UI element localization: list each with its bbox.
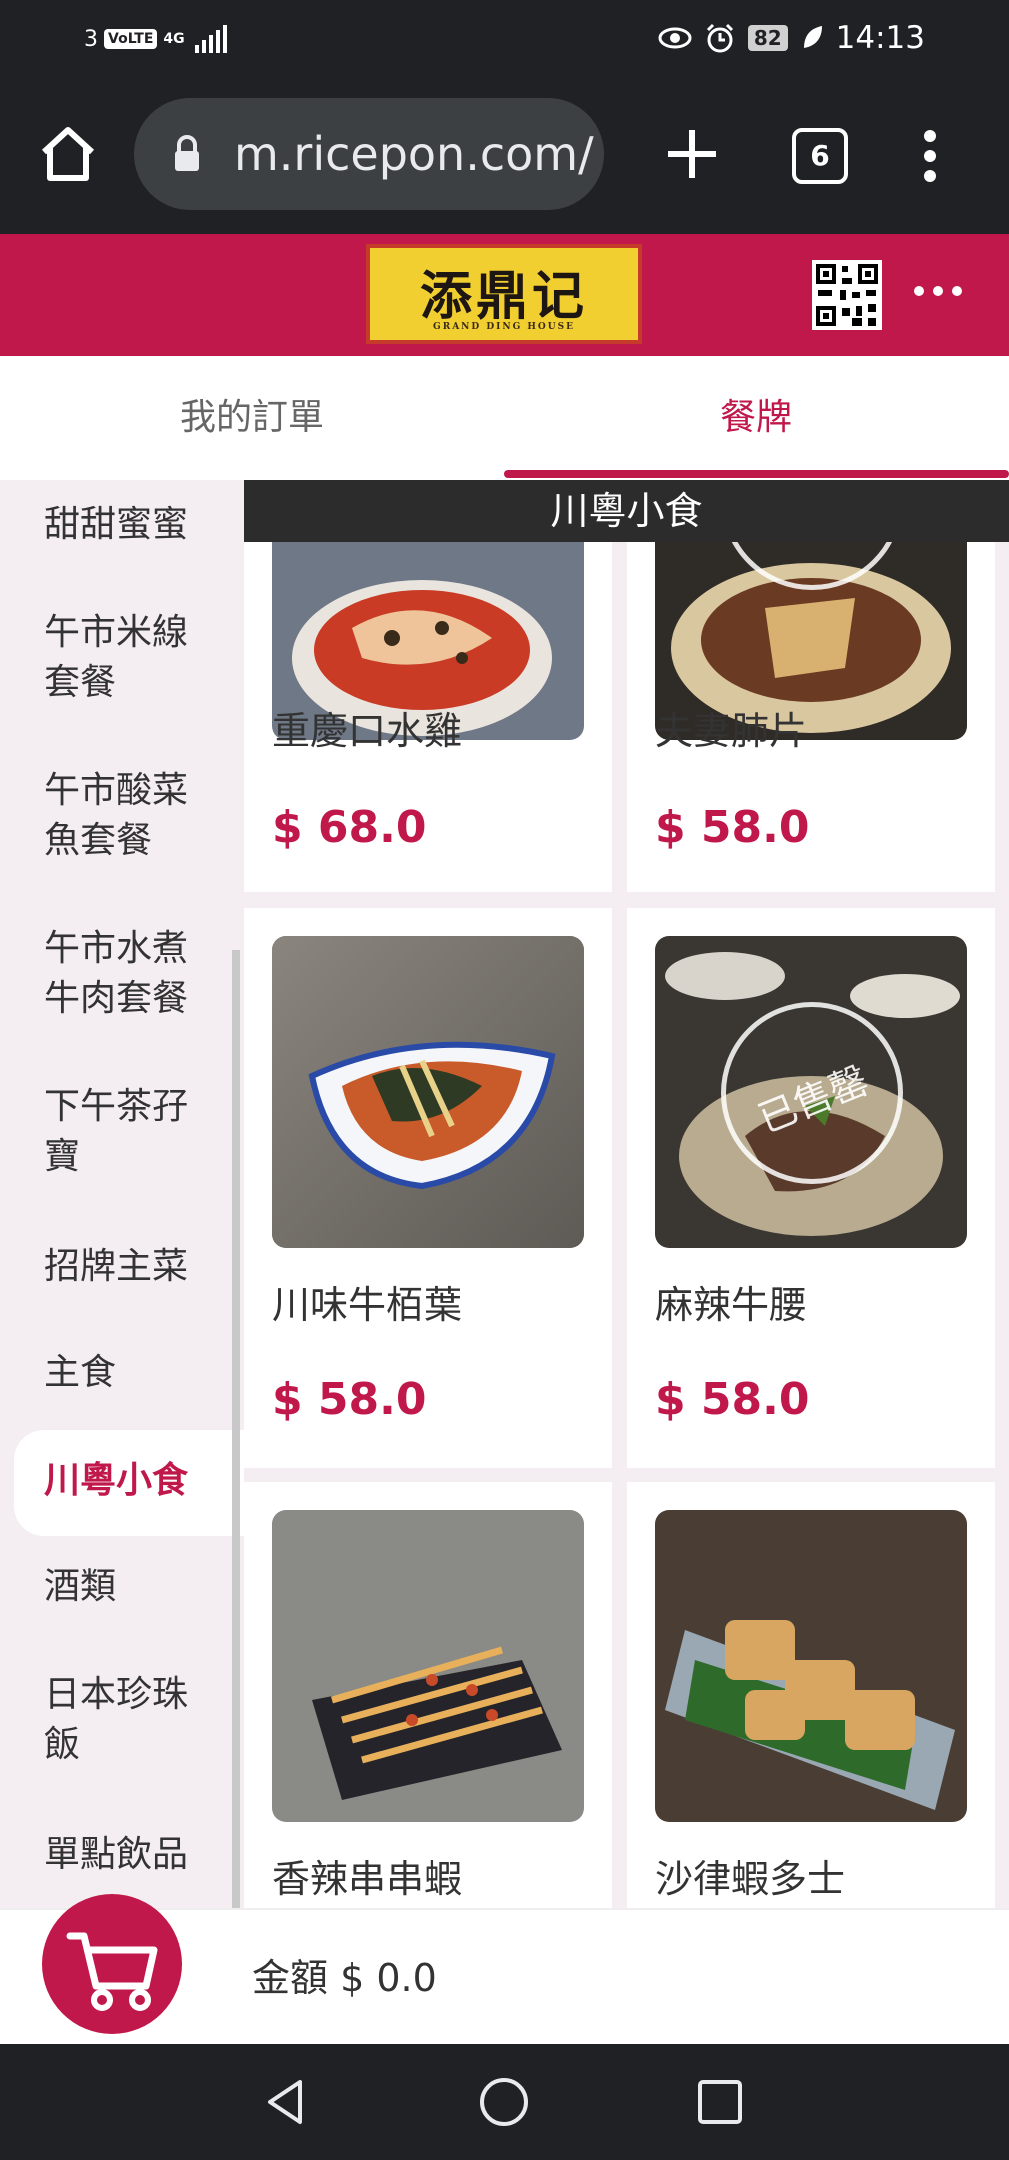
product-card[interactable]: 沙律蝦多士 (627, 1482, 995, 1908)
home-nav-icon[interactable] (476, 2074, 532, 2130)
status-bar: 3 VoLTE 4G 82 14:13 (0, 0, 1009, 78)
sidebar-scrollbar[interactable] (232, 950, 240, 1908)
network-status: 3 VoLTE 4G (84, 22, 227, 56)
system-nav-bar (0, 2044, 1009, 2160)
sidebar-item-signature[interactable]: 招牌主菜 (44, 1242, 234, 1292)
product-name: 香辣串串蝦 (272, 1857, 463, 1901)
sidebar-item-drinks-alcohol[interactable]: 酒類 (44, 1562, 234, 1612)
product-price: $ 58.0 (655, 1374, 810, 1425)
kebab-menu-icon[interactable] (910, 128, 950, 184)
product-card[interactable]: 香辣串串蝦 (244, 1482, 612, 1908)
qr-code-icon[interactable] (812, 260, 882, 330)
sidebar-item-afternoon-tea[interactable]: 下午茶孖 寶 (44, 1082, 234, 1182)
sold-out-label: 已售罄 (752, 1057, 875, 1142)
restaurant-logo: 添鼎记 GRAND DING HOUSE (366, 244, 642, 344)
tab-my-orders[interactable]: 我的訂單 (0, 356, 504, 480)
sidebar-item-lunch-rice-noodle[interactable]: 午市米線 套餐 (44, 608, 234, 708)
section-header: 川粵小食 (244, 480, 1009, 542)
product-name: 川味牛栢葉 (272, 1283, 463, 1327)
sold-out-stamp: 已售罄 (721, 1002, 903, 1184)
clock: 14:13 (835, 20, 925, 56)
product-image (272, 936, 584, 1248)
sidebar-item-pearl-rice[interactable]: 日本珍珠 飯 (44, 1670, 234, 1770)
battery-indicator: 82 (747, 25, 788, 51)
cart-total: 金額 $ 0.0 (252, 1956, 437, 2000)
eye-icon (658, 27, 692, 49)
sidebar-item-lunch-fish[interactable]: 午市酸菜 魚套餐 (44, 766, 234, 866)
product-price: $ 68.0 (272, 802, 427, 853)
logo-subtitle: GRAND DING HOUSE (433, 322, 575, 332)
recents-icon[interactable] (692, 2074, 748, 2130)
tab-menu[interactable]: 餐牌 (504, 356, 1008, 480)
cart-button[interactable] (42, 1894, 182, 2034)
tab-switcher-button[interactable]: 6 (792, 128, 848, 184)
network-type: 4G (163, 31, 185, 47)
address-bar[interactable]: m.ricepon.com/ (134, 98, 604, 210)
sidebar-item-lunch-beef[interactable]: 午市水煮 牛肉套餐 (44, 924, 234, 1024)
product-image (272, 1510, 584, 1822)
product-price: $ 58.0 (655, 802, 810, 853)
category-sidebar[interactable]: 甜甜蜜蜜 午市米線 套餐 午市酸菜 魚套餐 午市水煮 牛肉套餐 下午茶孖 寶 招… (0, 480, 246, 1908)
back-icon[interactable] (258, 2074, 314, 2130)
sidebar-item-staples[interactable]: 主食 (44, 1348, 234, 1398)
product-name: 夫妻肺片 (655, 709, 808, 753)
volte-badge: VoLTE (104, 29, 158, 49)
lock-icon (175, 135, 199, 171)
product-image: 已售罄 (655, 936, 967, 1248)
carrier-label: 3 (84, 26, 98, 52)
active-tab-indicator (504, 470, 1009, 478)
cart-bar: 金額 $ 0.0 (0, 1894, 1009, 2046)
home-icon[interactable] (36, 122, 100, 186)
main-content: 甜甜蜜蜜 午市米線 套餐 午市酸菜 魚套餐 午市水煮 牛肉套餐 下午茶孖 寶 招… (0, 480, 1009, 1908)
product-card[interactable]: 川味牛栢葉 $ 58.0 (244, 908, 612, 1468)
shopping-cart-icon (66, 1932, 158, 2011)
alarm-icon (706, 23, 733, 53)
url-text: m.ricepon.com/ (234, 127, 594, 181)
product-name: 沙律蝦多士 (655, 1857, 846, 1901)
system-status: 82 14:13 (658, 18, 925, 58)
product-grid[interactable]: 重慶口水雞 $ 68.0 夫妻肺片 $ 58.0 川味牛栢葉 $ 58.0 已售… (244, 480, 1009, 1908)
product-name: 麻辣牛腰 (655, 1283, 808, 1327)
plus-icon[interactable] (660, 122, 724, 186)
signal-icon (194, 25, 227, 53)
sidebar-item-beverages[interactable]: 單點飲品 (44, 1830, 234, 1880)
product-name: 重慶口水雞 (272, 709, 463, 753)
logo-text: 添鼎记 (419, 266, 588, 327)
sidebar-item-desserts[interactable]: 甜甜蜜蜜 (44, 500, 234, 550)
more-options-icon[interactable] (912, 284, 964, 298)
product-price: $ 58.0 (272, 1374, 427, 1425)
sidebar-item-snacks[interactable]: 川粵小食 (44, 1456, 234, 1506)
browser-toolbar: m.ricepon.com/ 6 (0, 78, 1009, 234)
product-card[interactable]: 已售罄 麻辣牛腰 $ 58.0 (627, 908, 995, 1468)
product-image (655, 1510, 967, 1822)
leaf-icon (803, 26, 822, 48)
site-header: 添鼎记 GRAND DING HOUSE (0, 234, 1009, 356)
tab-bar: 我的訂單 餐牌 (0, 356, 1009, 480)
